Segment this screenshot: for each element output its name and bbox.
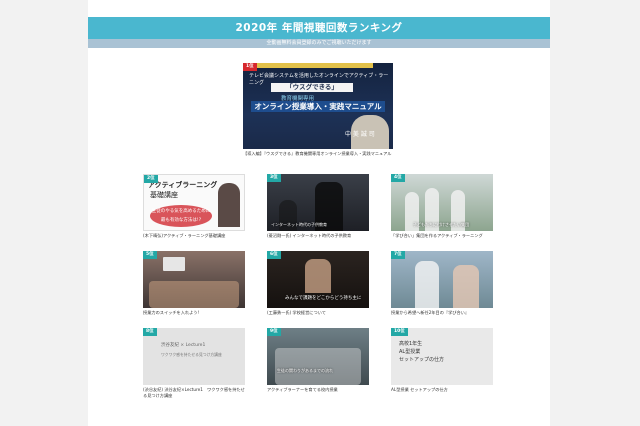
video-caption[interactable]: (菱沼剛一氏) インターネット時代の子供教育	[267, 233, 369, 239]
video-thumbnail[interactable]: 9位 生徒の関わりがあるまでの流れ	[267, 328, 369, 385]
rank-badge: 3位	[267, 174, 281, 182]
thumbnail-subtitle: ワクワク感を持たせる見つけ方講座	[161, 352, 222, 357]
video-thumbnail[interactable]: 8位 渋谷友紀 × Lecture1 ワクワク感を持たせる見つけ方講座	[143, 328, 245, 385]
thumbnail-title: 基礎講座	[150, 191, 178, 199]
thumbnail-subtitle: 子どもたちに付けさせたい集団	[413, 222, 469, 227]
video-card-rank-9[interactable]: 9位 生徒の関わりがあるまでの流れ アクティブラーナーを育てる校内授業	[267, 328, 369, 393]
students-image	[275, 348, 361, 385]
video-card-rank-5[interactable]: 5位 授業力のスイッチを入れよう!	[143, 251, 245, 316]
video-caption[interactable]: 授業から希望へ新任2年目の『学び合い』	[391, 310, 493, 316]
student-image	[415, 261, 439, 308]
screen-image	[163, 257, 185, 271]
thumbnail-title: オンライン授業導入・実践マニュアル	[251, 101, 385, 112]
video-card-rank-8[interactable]: 8位 渋谷友紀 × Lecture1 ワクワク感を持たせる見つけ方講座 (渋谷友…	[143, 328, 245, 399]
video-caption[interactable]: (渋谷友紀) 渋谷友紀×Lecture1 ワクワク感を持たせる見つけ方講座	[143, 387, 245, 399]
rank-badge: 5位	[143, 251, 157, 259]
thumbnail-title: アクティブラーニング	[148, 181, 218, 189]
video-card-rank-4[interactable]: 4位 子どもたちに付けさせたい集団 「学び合い」集団を作るアクティブ・ラーニング	[391, 174, 493, 239]
thumbnail-subtitle: 生徒の関わりがあるまでの流れ	[277, 368, 333, 373]
presenter-image	[305, 259, 331, 293]
video-thumbnail[interactable]: 3位 インターネット時代の子供教育	[267, 174, 369, 231]
video-card-rank-2[interactable]: 2位 アクティブラーニング 基礎講座 生徒のやる気を高めるために最も有効な方法は…	[143, 174, 245, 239]
video-caption[interactable]: 【導入編】『ウスグできる』教育機関専用オンライン授業導入・実践マニュアル	[243, 151, 393, 157]
video-caption[interactable]: AL型授業 セットアップの仕方	[391, 387, 493, 393]
video-thumbnail[interactable]: 6位 みんなで課題をどこからどう持ち主に	[267, 251, 369, 308]
video-card-rank-6[interactable]: 6位 みんなで課題をどこからどう持ち主に (工藤勇一氏) 学校経営について	[267, 251, 369, 316]
thumbnail-title: 渋谷友紀 × Lecture1	[161, 343, 206, 348]
video-thumbnail[interactable]: 1位 テレビ会議システムを活用したオンラインでアクティブ・ラーニング 「ウスグで…	[243, 63, 393, 149]
video-caption[interactable]: (工藤勇一氏) 学校経営について	[267, 310, 369, 316]
rank-badge: 6位	[267, 251, 281, 259]
rank-badge: 4位	[391, 174, 405, 182]
ranking-page: 2020年 年間視聴回数ランキング 全動画無料会員登録のみでご視聴いただけます …	[88, 0, 550, 426]
thumbnail-title-box: 「ウスグできる」	[271, 83, 353, 92]
video-caption[interactable]: 授業力のスイッチを入れよう!	[143, 310, 245, 316]
audience-image	[149, 281, 239, 308]
video-caption[interactable]: 「学び合い」集団を作るアクティブ・ラーニング	[391, 233, 493, 239]
rank-badge: 1位	[243, 63, 257, 71]
thumbnail-subtitle: みんなで課題をどこからどう持ち主に	[285, 296, 362, 301]
video-card-rank-1[interactable]: 1位 テレビ会議システムを活用したオンラインでアクティブ・ラーニング 「ウスグで…	[243, 63, 393, 157]
presenter-name: 中 美 誠 司	[345, 131, 375, 138]
rank-badge: 10位	[391, 328, 408, 336]
thumbnail-stripe	[257, 63, 373, 68]
student-image	[453, 265, 479, 308]
rank-badge: 8位	[143, 328, 157, 336]
video-thumbnail[interactable]: 10位 高校1年生 AL型授業 セットアップの仕方	[391, 328, 493, 385]
presenter-image	[218, 183, 240, 227]
video-caption[interactable]: アクティブラーナーを育てる校内授業	[267, 387, 369, 393]
video-thumbnail[interactable]: 5位	[143, 251, 245, 308]
video-card-rank-10[interactable]: 10位 高校1年生 AL型授業 セットアップの仕方 AL型授業 セットアップの仕…	[391, 328, 493, 393]
rank-badge: 2位	[144, 175, 158, 183]
video-caption[interactable]: (木下晴弘)アクティブ・ラーニング基礎講座	[143, 233, 245, 239]
thumbnail-title: 高校1年生 AL型授業 セットアップの仕方	[399, 341, 445, 363]
page-title: 2020年 年間視聴回数ランキング	[88, 17, 550, 39]
thumbnail-subtitle: インターネット時代の子供教育	[271, 222, 327, 227]
video-thumbnail[interactable]: 2位 アクティブラーニング 基礎講座 生徒のやる気を高めるために最も有効な方法は…	[143, 174, 245, 231]
video-thumbnail[interactable]: 4位 子どもたちに付けさせたい集団	[391, 174, 493, 231]
rank-badge: 7位	[391, 251, 405, 259]
video-card-rank-7[interactable]: 7位 授業から希望へ新任2年目の『学び合い』	[391, 251, 493, 316]
video-thumbnail[interactable]: 7位	[391, 251, 493, 308]
thumbnail-callout: 生徒のやる気を高めるために最も有効な方法は!?	[150, 205, 212, 227]
subtitle-bar: 全動画無料会員登録のみでご視聴いただけます	[88, 39, 550, 48]
rank-badge: 9位	[267, 328, 281, 336]
video-card-rank-3[interactable]: 3位 インターネット時代の子供教育 (菱沼剛一氏) インターネット時代の子供教育	[267, 174, 369, 239]
